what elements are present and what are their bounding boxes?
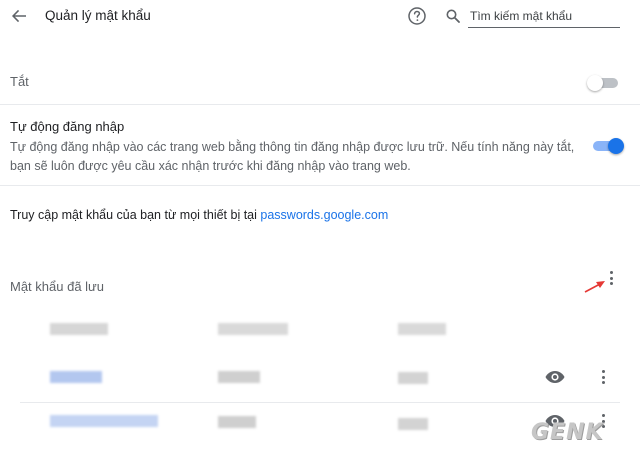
divider — [0, 185, 640, 186]
username — [218, 371, 260, 383]
auto-signin-toggle[interactable] — [590, 138, 624, 154]
dot — [601, 375, 605, 379]
red-arrow-icon — [584, 281, 605, 293]
password-mask — [398, 418, 428, 430]
access-text: Truy cập mật khẩu của bạn từ mọi thiết b… — [10, 208, 261, 222]
username — [218, 416, 256, 428]
search-icon — [446, 9, 460, 23]
dot — [601, 370, 605, 373]
password-mask — [398, 372, 428, 384]
divider — [0, 104, 640, 105]
access-passwords-line: Truy cập mật khẩu của bạn từ mọi thiết b… — [10, 208, 388, 222]
column-header-username — [218, 323, 288, 335]
help-button[interactable] — [407, 6, 427, 26]
offer-to-save-toggle[interactable] — [587, 75, 621, 91]
column-header-site — [50, 323, 108, 335]
dot — [609, 282, 613, 285]
auto-signin-title: Tự động đăng nhập — [10, 119, 125, 134]
back-button[interactable] — [8, 5, 30, 27]
toggle-knob — [587, 75, 603, 91]
column-header-password — [398, 323, 446, 335]
passwords-link[interactable]: passwords.google.com — [260, 208, 388, 222]
arrow-back-icon — [12, 9, 26, 23]
dot — [609, 276, 613, 280]
dot — [609, 271, 613, 274]
toggle-knob — [608, 138, 624, 154]
page-title: Quản lý mật khẩu — [45, 8, 151, 23]
saved-passwords-title: Mật khẩu đã lưu — [10, 279, 104, 294]
dot — [601, 381, 605, 384]
divider — [20, 402, 620, 403]
genk-watermark-logo: GENK — [531, 420, 604, 445]
auto-signin-description: Tự động đăng nhập vào các trang web bằng… — [10, 140, 575, 173]
search-input[interactable] — [468, 4, 620, 28]
offer-to-save-label: Tắt — [10, 74, 29, 89]
dot — [601, 414, 605, 417]
site-name — [50, 371, 102, 383]
eye-icon[interactable] — [545, 370, 565, 384]
header: Quản lý mật khẩu — [0, 0, 640, 34]
site-name — [50, 415, 158, 427]
help-circle-icon — [408, 7, 426, 25]
row-more-button[interactable] — [595, 368, 611, 386]
